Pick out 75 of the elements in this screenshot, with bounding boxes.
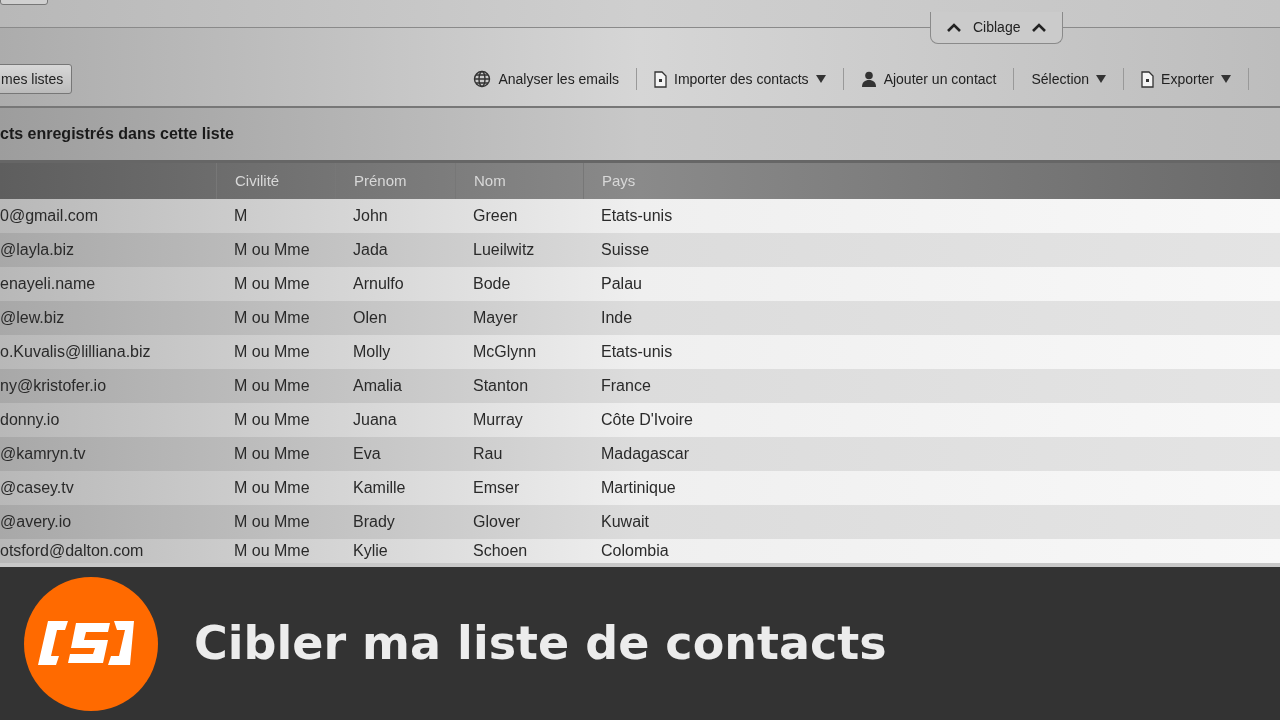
chevron-up-icon xyxy=(1032,23,1047,32)
toolbar-button[interactable]: Ajouter un contact xyxy=(854,64,1003,94)
toolbar-button[interactable]: Exporter xyxy=(1135,64,1237,94)
table-cell: @casey.tv xyxy=(0,479,74,496)
table-cell: otsford@dalton.com xyxy=(0,542,144,559)
chevron-up-icon xyxy=(947,23,961,32)
table-cell: Etats-unis xyxy=(601,343,673,360)
table-cell: Molly xyxy=(353,343,391,360)
caret-icon xyxy=(1221,75,1231,83)
table-cell: Suisse xyxy=(601,241,650,258)
toolbar-button[interactable]: Importer des contacts xyxy=(648,64,832,94)
banner-title: Cibler ma liste de contacts xyxy=(194,615,887,672)
table-cell: France xyxy=(601,377,651,394)
table-cell: Stanton xyxy=(473,377,529,394)
table-cell: M ou Mme xyxy=(234,241,310,258)
table-cell: Mayer xyxy=(473,309,518,326)
table-cell: Martinique xyxy=(601,479,676,496)
table-cell: M xyxy=(234,207,248,224)
table-cell: Eva xyxy=(353,445,381,462)
table-cell: M ou Mme xyxy=(234,479,310,496)
table-cell: ny@kristofer.io xyxy=(0,377,107,394)
table-cell: Emser xyxy=(473,479,520,496)
table-cell: John xyxy=(353,207,388,224)
table-cell: Jada xyxy=(353,241,388,258)
document-icon xyxy=(654,70,667,88)
table-cell: Etats-unis xyxy=(601,207,673,224)
table-cell: Inde xyxy=(601,309,633,326)
table-cell: M ou Mme xyxy=(234,275,310,292)
user-icon xyxy=(860,71,877,87)
table-cell: Kamille xyxy=(353,479,406,496)
caret-icon xyxy=(815,75,826,83)
table-cell: donny.io xyxy=(0,411,60,428)
my-lists-button[interactable]: mes listes xyxy=(0,64,73,94)
globe-icon xyxy=(473,70,492,88)
table-cell: @kamryn.tv xyxy=(0,445,86,462)
table-cell: Green xyxy=(473,207,518,224)
table-cell: M ou Mme xyxy=(234,343,310,360)
table-cell: enayeli.name xyxy=(0,275,96,292)
list-heading: cts enregistrés dans cette liste xyxy=(0,124,234,144)
table-cell: Glover xyxy=(473,513,521,530)
tab-label: Ciblage xyxy=(973,18,1021,37)
table-cell: M ou Mme xyxy=(234,542,310,559)
table-cell: M ou Mme xyxy=(234,445,310,462)
table-cell: Colombia xyxy=(601,542,669,559)
table-cell: M ou Mme xyxy=(234,513,310,530)
table-cell: Arnulfo xyxy=(353,275,404,292)
table-cell: Lueilwitz xyxy=(473,241,535,258)
table-cell: M ou Mme xyxy=(234,309,310,326)
document-icon xyxy=(1141,70,1155,88)
table-cell: McGlynn xyxy=(473,343,537,360)
table-cell: Rau xyxy=(473,445,503,462)
table-cell: Bode xyxy=(473,275,511,292)
table-cell: Côte D'Ivoire xyxy=(601,411,693,428)
table-cell: Kylie xyxy=(353,542,388,559)
table-cell: M ou Mme xyxy=(234,411,310,428)
table-cell: Murray xyxy=(473,411,523,428)
table-cell: @avery.io xyxy=(0,513,72,530)
table-cell: Palau xyxy=(601,275,642,292)
table-cell: @layla.biz xyxy=(0,241,75,258)
table-cell: Juana xyxy=(353,411,397,428)
table-cell: @lew.biz xyxy=(0,309,65,326)
table-cell: Brady xyxy=(353,513,395,530)
toolbar-button[interactable]: Sélection xyxy=(1025,64,1113,94)
panel-tab[interactable]: Ciblage xyxy=(930,12,1064,44)
table-cell: Kuwait xyxy=(601,513,650,530)
table-cell: Amalia xyxy=(353,377,402,394)
table-cell: Schoen xyxy=(473,542,528,559)
table-cell: M ou Mme xyxy=(234,377,310,394)
table-cell: Olen xyxy=(353,309,387,326)
caret-icon xyxy=(1096,75,1107,83)
table-cell: 0@gmail.com xyxy=(0,207,99,224)
table-cell: Madagascar xyxy=(601,445,690,462)
logo-icon xyxy=(24,576,158,711)
table-cell: o.Kuvalis@lilliana.biz xyxy=(0,343,151,360)
toolbar-button[interactable]: Analyser les emails xyxy=(467,64,625,94)
